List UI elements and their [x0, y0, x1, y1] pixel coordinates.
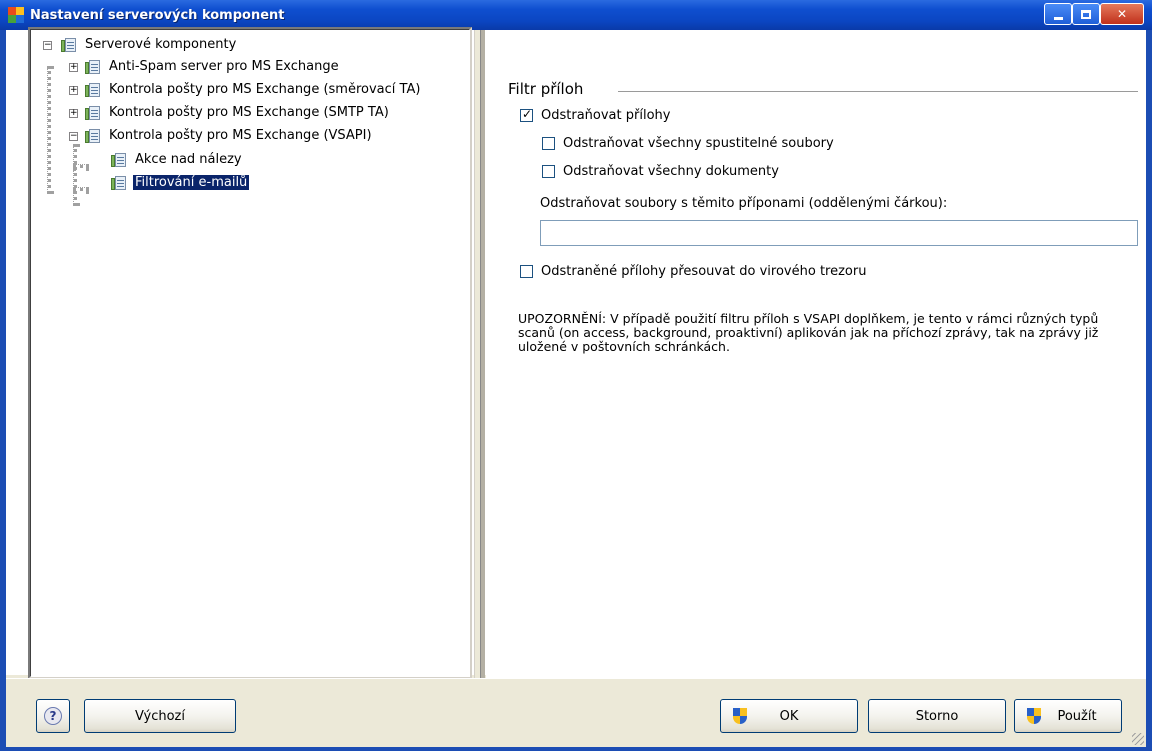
remove-documents-label: Odstraňovat všechny dokumenty — [563, 164, 779, 179]
panel-splitter[interactable] — [474, 30, 485, 680]
tree-item-actions[interactable]: Akce nad nálezy — [135, 152, 242, 167]
tree-line — [47, 66, 51, 194]
splitter-handle[interactable] — [480, 30, 485, 680]
tree-line — [73, 187, 89, 191]
shield-icon — [1027, 708, 1041, 724]
close-icon: ✕ — [1116, 7, 1128, 21]
remove-executables-label: Odstraňovat všechny spustitelné soubory — [563, 136, 834, 151]
move-to-vault-checkbox[interactable] — [520, 265, 533, 278]
remove-documents-option[interactable]: Odstraňovat všechny dokumenty — [542, 164, 779, 179]
maximize-button[interactable] — [1072, 3, 1100, 25]
cancel-button[interactable]: Storno — [868, 699, 1006, 733]
cancel-button-label: Storno — [915, 708, 959, 724]
collapse-toggle[interactable]: − — [69, 132, 78, 141]
default-button-label: Výchozí — [134, 708, 185, 724]
group-title: Filtr příloh — [508, 80, 592, 98]
remove-executables-checkbox[interactable] — [542, 137, 555, 150]
tree-line — [73, 164, 89, 168]
shield-icon — [733, 708, 747, 724]
remove-documents-checkbox[interactable] — [542, 165, 555, 178]
help-button[interactable]: ? — [36, 699, 70, 733]
tree-item-routing-ta[interactable]: Kontrola pošty pro MS Exchange (směrovac… — [109, 82, 420, 97]
button-bar: ? Výchozí OK Storno Použít — [6, 678, 1146, 747]
component-icon — [85, 128, 101, 144]
title-bar[interactable]: Nastavení serverových komponent ✕ — [0, 0, 1152, 30]
remove-attachments-option[interactable]: Odstraňovat přílohy — [520, 107, 671, 123]
help-icon: ? — [44, 707, 62, 725]
default-button[interactable]: Výchozí — [84, 699, 236, 733]
move-to-vault-option[interactable]: Odstraněné přílohy přesouvat do virového… — [520, 264, 866, 279]
collapse-toggle[interactable]: − — [43, 41, 52, 50]
apply-button-label: Použít — [1057, 708, 1097, 724]
tree-item-server-components[interactable]: Serverové komponenty — [85, 37, 236, 52]
tree-panel[interactable]: − Serverové komponenty + Anti-Spam serve… — [28, 27, 472, 679]
settings-window: Nastavení serverových komponent ✕ − Serv… — [0, 0, 1152, 751]
resize-grip[interactable] — [1132, 733, 1144, 745]
extensions-label: Odstraňovat soubory s těmito příponami (… — [540, 196, 948, 211]
ok-button-label: OK — [779, 708, 799, 724]
component-icon — [85, 59, 101, 75]
settings-panel: Filtr příloh Odstraňovat přílohy Odstraň… — [486, 30, 1146, 678]
maximize-icon — [1081, 9, 1091, 19]
window-controls: ✕ — [1044, 3, 1144, 25]
warning-notice: UPOZORNĚNÍ: V případě použití filtru pří… — [518, 311, 1099, 354]
remove-attachments-label: Odstraňovat přílohy — [541, 108, 671, 123]
remove-executables-option[interactable]: Odstraňovat všechny spustitelné soubory — [542, 136, 834, 151]
extensions-input[interactable] — [540, 220, 1138, 246]
remove-attachments-checkbox[interactable] — [520, 107, 533, 122]
tree-item-anti-spam[interactable]: Anti-Spam server pro MS Exchange — [109, 59, 339, 74]
component-icon — [85, 105, 101, 121]
component-icon — [85, 82, 101, 98]
group-divider — [618, 91, 1138, 93]
expand-toggle[interactable]: + — [69, 109, 78, 118]
minimize-button[interactable] — [1044, 3, 1072, 25]
tree-item-vsapi[interactable]: Kontrola pošty pro MS Exchange (VSAPI) — [109, 128, 372, 143]
component-folder-icon — [61, 37, 77, 53]
minimize-icon — [1053, 16, 1063, 20]
apply-button[interactable]: Použít — [1014, 699, 1122, 733]
tree-item-smtp-ta[interactable]: Kontrola pošty pro MS Exchange (SMTP TA) — [109, 105, 389, 120]
avg-logo-icon — [8, 7, 24, 23]
tree-item-email-filtering[interactable]: Filtrování e-mailů — [133, 175, 250, 190]
close-button[interactable]: ✕ — [1100, 3, 1144, 25]
component-icon — [111, 175, 127, 191]
window-title: Nastavení serverových komponent — [30, 7, 285, 23]
expand-toggle[interactable]: + — [69, 86, 78, 95]
expand-toggle[interactable]: + — [69, 63, 78, 72]
ok-button[interactable]: OK — [720, 699, 858, 733]
move-to-vault-label: Odstraněné přílohy přesouvat do virového… — [541, 264, 867, 279]
component-icon — [111, 152, 127, 168]
tree-line — [73, 144, 77, 206]
tree-view[interactable]: − Serverové komponenty + Anti-Spam serve… — [30, 29, 470, 677]
